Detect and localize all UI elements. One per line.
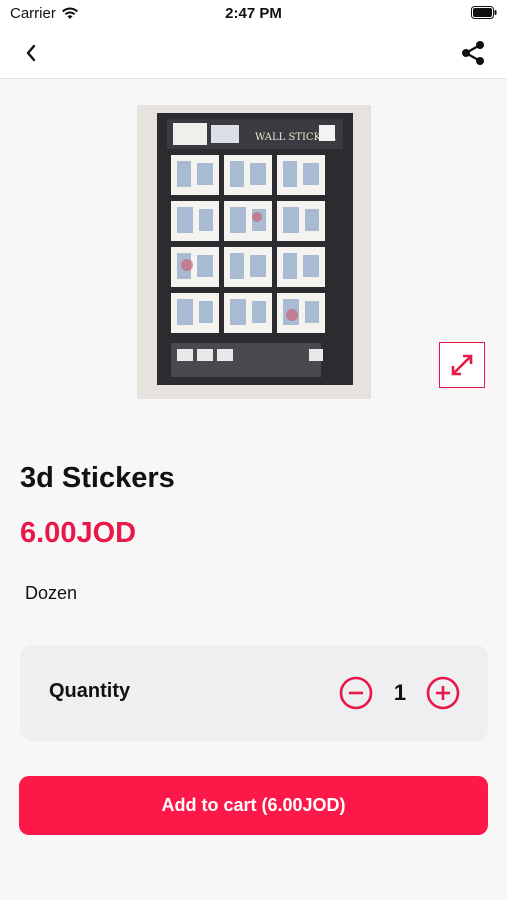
increase-quantity-button[interactable] <box>426 676 460 710</box>
expand-image-button[interactable] <box>439 342 485 388</box>
back-button[interactable] <box>18 40 44 66</box>
share-icon <box>462 41 484 65</box>
add-to-cart-button[interactable]: Add to cart (6.00JOD) <box>19 776 488 835</box>
quantity-value: 1 <box>393 680 407 705</box>
product-title: 3d Stickers <box>20 462 175 494</box>
plus-circle-icon <box>426 676 460 710</box>
minus-circle-icon <box>339 676 373 710</box>
sticker-board-photo: WALL STICKER <box>137 105 371 399</box>
chevron-left-icon <box>26 44 36 62</box>
product-unit: Dozen <box>25 583 78 603</box>
product-image[interactable]: WALL STICKER <box>137 105 371 399</box>
share-button[interactable] <box>459 39 487 67</box>
navigation-bar <box>0 28 507 79</box>
decrease-quantity-button[interactable] <box>339 676 373 710</box>
battery-icon <box>471 6 497 19</box>
status-bar: Carrier 2:47 PM <box>0 0 507 28</box>
quantity-label: Quantity <box>49 680 131 702</box>
quantity-card: Quantity 1 <box>20 645 488 741</box>
clock: 2:47 PM <box>225 5 282 22</box>
product-price: 6.00JOD <box>20 517 137 549</box>
add-to-cart-label: Add to cart (6.00JOD) <box>161 795 346 815</box>
expand-arrows-icon <box>451 354 473 376</box>
